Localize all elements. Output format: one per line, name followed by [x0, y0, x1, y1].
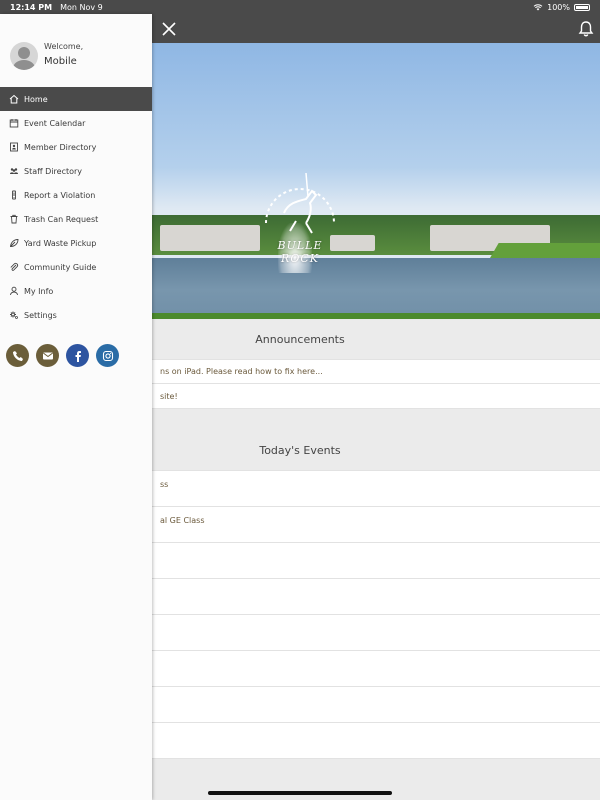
leaf-icon	[9, 239, 19, 247]
status-right: 100%	[533, 0, 590, 14]
phone-icon	[12, 350, 23, 361]
violation-icon	[12, 190, 16, 200]
menu-item-member-directory[interactable]: Member Directory	[0, 135, 152, 159]
menu-item-home[interactable]: Home	[0, 87, 152, 111]
horse-logo-icon	[265, 172, 335, 234]
menu-item-settings[interactable]: Settings	[0, 303, 152, 327]
home-indicator[interactable]	[208, 791, 392, 795]
person-icon	[10, 286, 18, 296]
staff-directory-icon	[10, 168, 18, 174]
status-time: 12:14 PM	[10, 2, 53, 12]
menu-item-label: Event Calendar	[24, 118, 86, 128]
menu-item-label: Staff Directory	[24, 166, 83, 176]
welcome-label: Welcome,	[44, 42, 84, 51]
menu-item-label: Settings	[24, 310, 57, 320]
social-links	[6, 344, 119, 367]
menu-item-report-violation[interactable]: Report a Violation	[0, 183, 152, 207]
menu-item-label: Member Directory	[24, 142, 97, 152]
menu-item-label: Yard Waste Pickup	[24, 238, 97, 248]
menu-item-staff-directory[interactable]: Staff Directory	[0, 159, 152, 183]
menu-item-community-guide[interactable]: Community Guide	[0, 255, 152, 279]
paperclip-icon	[10, 262, 19, 271]
side-drawer: Welcome, Mobile Home Event Calendar Memb…	[0, 14, 152, 800]
email-icon	[42, 352, 53, 359]
menu-item-event-calendar[interactable]: Event Calendar	[0, 111, 152, 135]
menu-item-my-info[interactable]: My Info	[0, 279, 152, 303]
menu-item-label: Report a Violation	[24, 190, 96, 200]
wifi-icon	[533, 4, 543, 11]
user-name: Mobile	[44, 56, 77, 67]
bulle-rock-logo: BULLE ROCK	[260, 153, 340, 265]
hero-houses-left	[160, 225, 260, 251]
bell-icon[interactable]	[576, 19, 596, 39]
welcome-block: Welcome, Mobile	[10, 40, 150, 80]
gear-icon	[10, 311, 18, 319]
menu-item-trash-can-request[interactable]: Trash Can Request	[0, 207, 152, 231]
member-directory-icon	[10, 142, 18, 152]
menu-item-label: Home	[24, 94, 48, 104]
instagram-icon	[102, 350, 113, 361]
trash-icon	[10, 214, 18, 224]
battery-icon	[574, 3, 590, 11]
menu-item-label: My Info	[24, 286, 54, 296]
instagram-button[interactable]	[96, 344, 119, 367]
menu-item-label: Community Guide	[24, 262, 97, 272]
drawer-menu: Home Event Calendar Member Directory Sta…	[0, 87, 152, 327]
email-button[interactable]	[36, 344, 59, 367]
status-date: Mon Nov 9	[60, 2, 103, 12]
menu-item-yard-waste-pickup[interactable]: Yard Waste Pickup	[0, 231, 152, 255]
home-icon	[9, 94, 19, 104]
calendar-icon	[9, 119, 19, 128]
facebook-button[interactable]	[66, 344, 89, 367]
menu-item-label: Trash Can Request	[24, 214, 99, 224]
facebook-icon	[75, 350, 81, 362]
hero-brand-text: BULLE ROCK	[277, 239, 323, 265]
battery-percent: 100%	[547, 2, 570, 12]
close-icon[interactable]	[160, 20, 178, 38]
phone-button[interactable]	[6, 344, 29, 367]
avatar	[10, 42, 38, 70]
status-bar: 12:14 PM Mon Nov 9 100%	[0, 0, 600, 14]
